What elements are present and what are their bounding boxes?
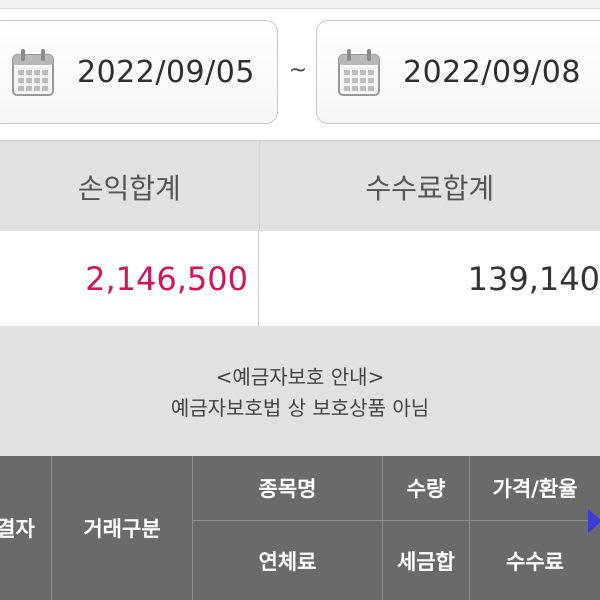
header-quantity[interactable]: 수량 — [383, 456, 469, 520]
header-stock-name[interactable]: 종목명 — [193, 456, 382, 520]
calendar-icon — [12, 49, 54, 96]
fee-total-value: 139,140 — [467, 259, 600, 298]
start-date-picker[interactable]: 2022/09/05 — [0, 20, 278, 124]
trade-table-header: 결자 거래구분 종목명 연체료 수량 세금합 가격/환율 수수료 — [0, 456, 600, 600]
fee-total-label: 수수료합계 — [365, 171, 495, 205]
date-separator: ~ — [288, 58, 308, 83]
calendar-icon — [338, 49, 380, 96]
notice-body: 예금자보호법 상 보호상품 아님 — [170, 396, 430, 420]
deposit-protection-notice: <예금자보호 안내> 예금자보호법 상 보호상품 아님 — [0, 326, 600, 456]
header-trade-type[interactable]: 거래구분 — [52, 456, 192, 600]
end-date-picker[interactable]: 2022/09/08 — [316, 20, 600, 124]
summary-header: 손익합계 수수료합계 — [0, 140, 600, 232]
header-price-rate[interactable]: 가격/환율 — [470, 456, 600, 520]
notice-title: <예금자보호 안내> — [215, 365, 385, 389]
arrow-right-icon[interactable] — [588, 509, 600, 533]
top-divider — [0, 0, 600, 9]
header-settlement-date[interactable]: 결자 — [0, 456, 51, 600]
end-date-text: 2022/09/08 — [403, 54, 581, 90]
header-late-fee[interactable]: 연체료 — [193, 521, 382, 600]
profit-total-label: 손익합계 — [0, 141, 260, 232]
profit-total-value: 2,146,500 — [0, 231, 259, 326]
header-commission[interactable]: 수수료 — [470, 521, 600, 600]
summary-values: 2,146,500 139,140 — [0, 231, 600, 327]
start-date-text: 2022/09/05 — [77, 54, 255, 90]
header-tax-total[interactable]: 세금합 — [383, 521, 469, 600]
